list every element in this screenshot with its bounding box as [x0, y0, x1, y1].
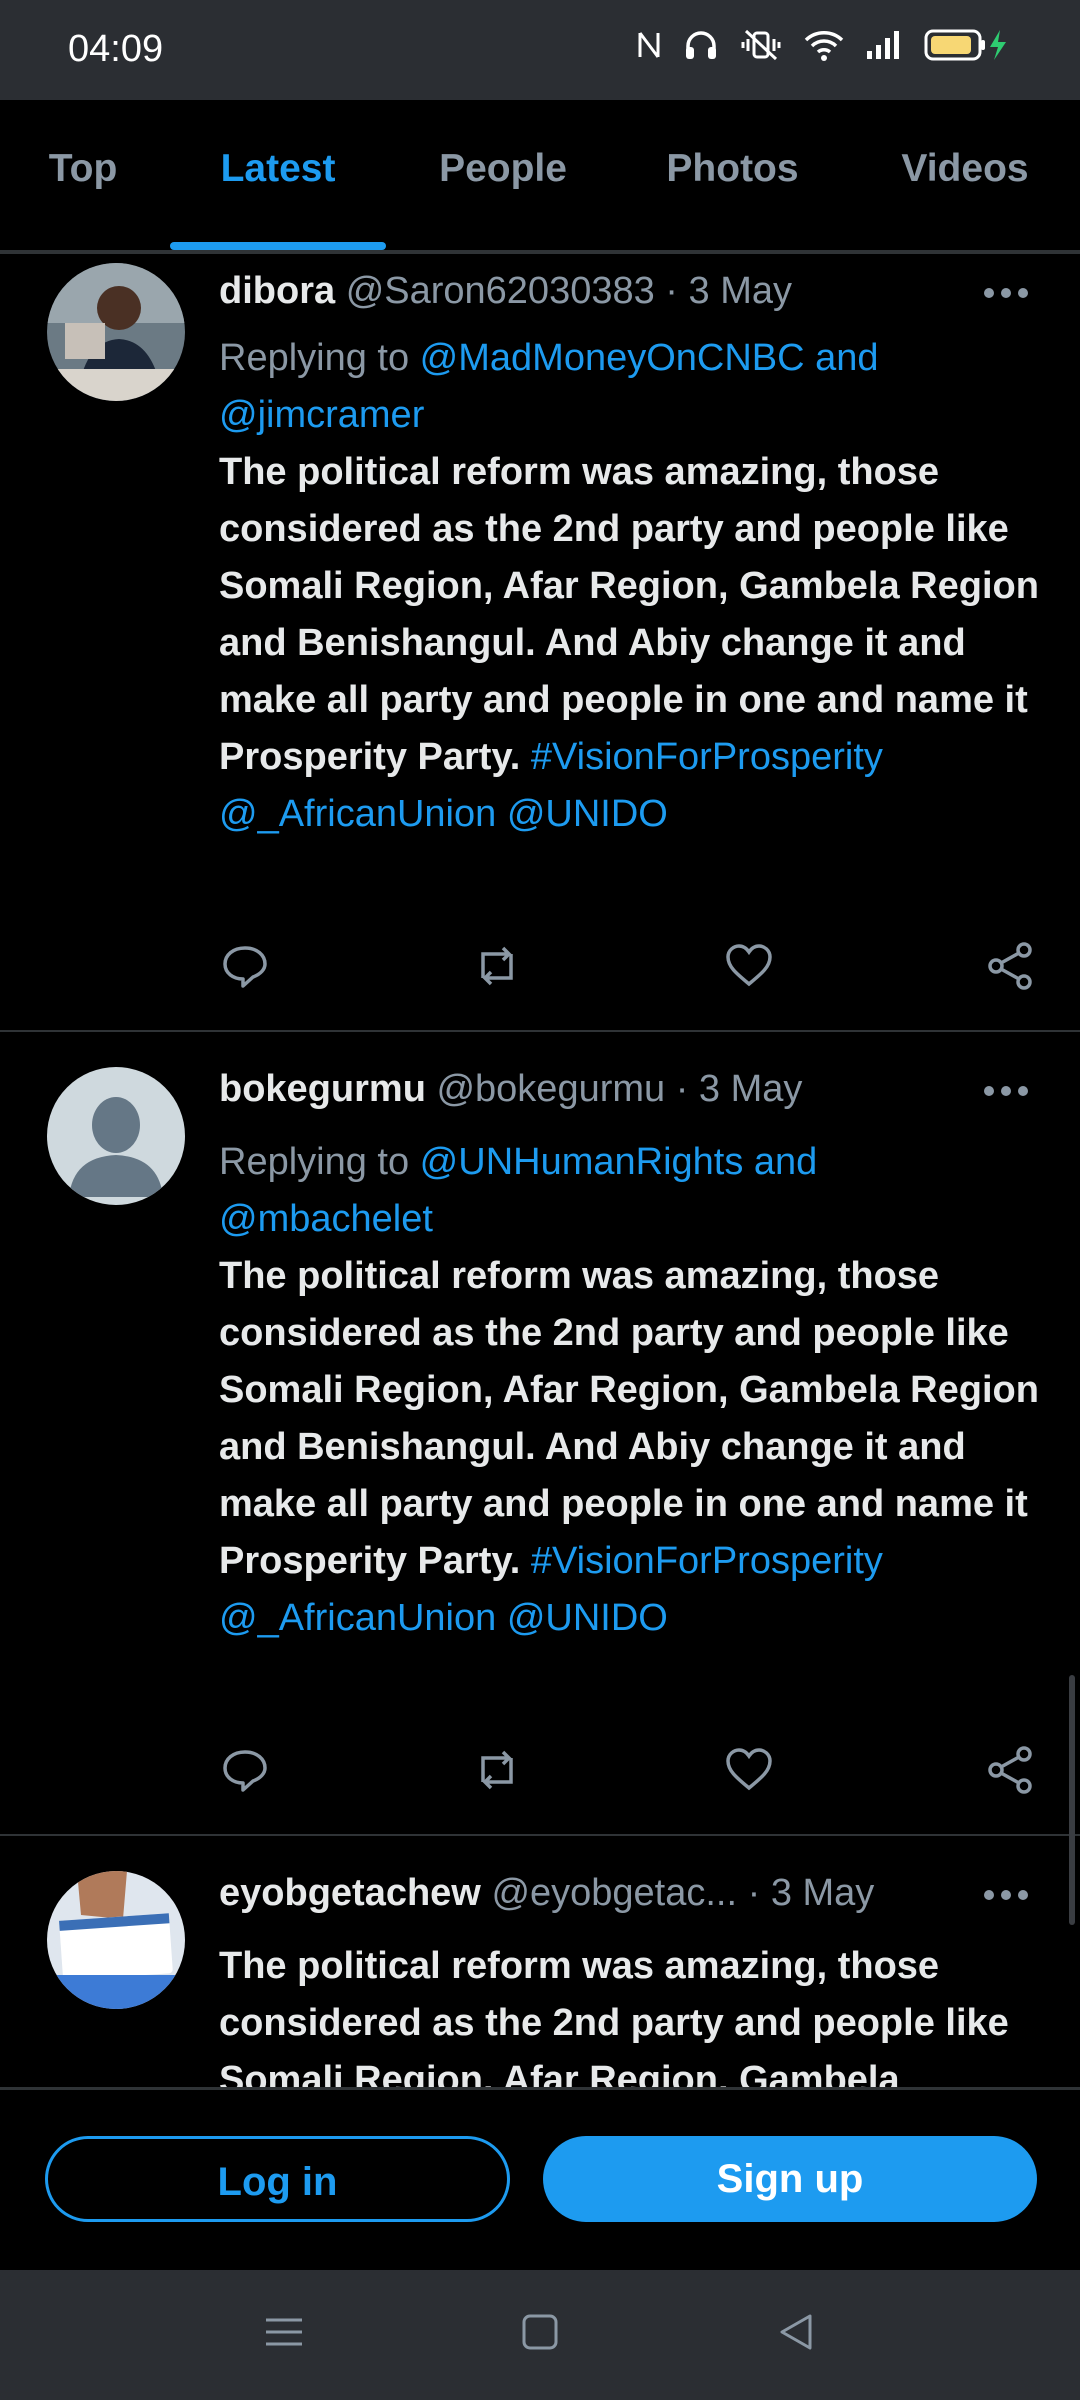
- tweet-body: The political reform was amazing, those …: [219, 1255, 1039, 1582]
- login-button[interactable]: Log in: [45, 2136, 510, 2222]
- tab-photos[interactable]: Photos: [645, 100, 820, 250]
- author-meta: @eyobgetac... · 3 May: [491, 1872, 875, 1914]
- wifi-icon: [804, 31, 844, 61]
- avatar[interactable]: [47, 1067, 185, 1205]
- like-icon[interactable]: [723, 940, 775, 992]
- scrollbar[interactable]: [1069, 1675, 1075, 1925]
- reply-prefix: Replying to: [219, 1141, 420, 1183]
- tab-videos[interactable]: Videos: [880, 100, 1050, 250]
- search-tabs: Top Latest People Photos Videos: [0, 100, 1080, 254]
- tab-top[interactable]: Top: [28, 100, 138, 250]
- reply-prefix: Replying to: [219, 337, 420, 379]
- tweet-text: The political reform was amazing, those …: [219, 1938, 1049, 2087]
- tweet[interactable]: dibora @Saron62030383 · 3 May Replying t…: [0, 254, 1080, 1032]
- battery-charging-icon: [924, 29, 1006, 61]
- tab-people[interactable]: People: [418, 100, 588, 250]
- tweet-body: The political reform was amazing, those …: [219, 451, 1039, 778]
- tweet-header: eyobgetachew @eyobgetac... · 3 May: [219, 1872, 874, 1915]
- avatar[interactable]: [47, 263, 185, 401]
- tweet-header: bokegurmu @bokegurmu · 3 May: [219, 1068, 802, 1111]
- author-meta: @bokegurmu · 3 May: [436, 1068, 803, 1110]
- tweet-actions: [219, 940, 1039, 1000]
- headphones-icon: [686, 31, 716, 59]
- author-name[interactable]: eyobgetachew: [219, 1872, 481, 1914]
- tweet-text: The political reform was amazing, those …: [219, 1248, 1049, 1647]
- tweet-body: The political reform was amazing, those …: [219, 1945, 1009, 2087]
- reply-context: Replying to @MadMoneyOnCNBC and @jimcram…: [219, 330, 1039, 444]
- more-options-icon[interactable]: [984, 1086, 1028, 1098]
- auth-bar: Log in Sign up: [0, 2087, 1080, 2273]
- author-name[interactable]: bokegurmu: [219, 1068, 426, 1110]
- active-tab-indicator: [170, 242, 386, 250]
- author-meta: @Saron62030383 · 3 May: [345, 270, 792, 312]
- retweet-icon[interactable]: [471, 1744, 523, 1796]
- back-icon[interactable]: [776, 2312, 816, 2352]
- retweet-icon[interactable]: [471, 940, 523, 992]
- signal-icon: [867, 31, 899, 59]
- share-icon[interactable]: [984, 1744, 1036, 1796]
- status-time: 04:09: [68, 28, 164, 70]
- avatar[interactable]: [47, 1871, 185, 2009]
- reply-context: Replying to @UNHumanRights and @mbachele…: [219, 1134, 1039, 1248]
- more-options-icon[interactable]: [984, 1890, 1028, 1902]
- system-navigation-bar: [0, 2270, 1080, 2400]
- tweet-actions: [219, 1744, 1039, 1804]
- like-icon[interactable]: [723, 1744, 775, 1796]
- status-bar: 04:09: [0, 0, 1080, 100]
- more-options-icon[interactable]: [984, 288, 1028, 300]
- vibrate-off-icon: [741, 29, 781, 61]
- tweet[interactable]: eyobgetachew @eyobgetac... · 3 May The p…: [0, 1834, 1080, 2087]
- tweet[interactable]: bokegurmu @bokegurmu · 3 May Replying to…: [0, 1030, 1080, 1836]
- nfc-icon: [638, 32, 660, 58]
- share-icon[interactable]: [984, 940, 1036, 992]
- author-name[interactable]: dibora: [219, 270, 335, 312]
- reply-icon[interactable]: [219, 1744, 271, 1796]
- tweet-header: dibora @Saron62030383 · 3 May: [219, 270, 792, 313]
- status-icons: [636, 28, 1010, 62]
- signup-button[interactable]: Sign up: [543, 2136, 1037, 2222]
- tab-latest[interactable]: Latest: [170, 100, 386, 250]
- menu-icon[interactable]: [264, 2312, 304, 2352]
- home-icon[interactable]: [520, 2312, 560, 2352]
- reply-icon[interactable]: [219, 940, 271, 992]
- tweet-text: The political reform was amazing, those …: [219, 444, 1049, 843]
